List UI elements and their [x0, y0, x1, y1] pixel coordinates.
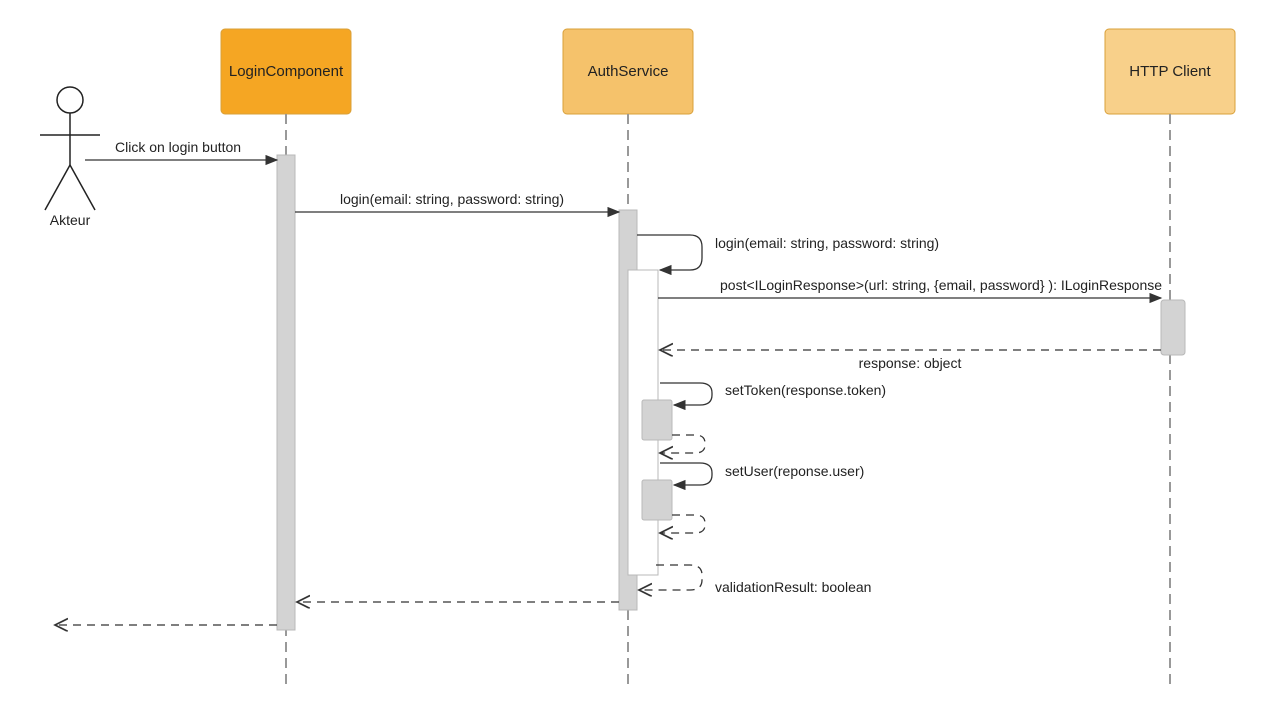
activation-setuser [642, 480, 672, 520]
actor-label: Akteur [50, 212, 91, 228]
message-setuser: setUser(reponse.user) [660, 463, 864, 485]
message-response-label: response: object [859, 355, 962, 371]
message-settoken: setToken(response.token) [660, 382, 886, 405]
message-login-call: login(email: string, password: string) [295, 191, 619, 212]
message-click-login-label: Click on login button [115, 139, 241, 155]
message-auth-self-login: login(email: string, password: string) [637, 235, 939, 270]
activation-login [277, 155, 295, 630]
message-validationresult: validationResult: boolean [639, 565, 871, 595]
activation-http [1161, 300, 1185, 355]
message-settoken-label: setToken(response.token) [725, 382, 886, 398]
message-post-label: post<ILoginResponse>(url: string, {email… [720, 277, 1162, 293]
participant-http: HTTP Client [1105, 29, 1235, 690]
participant-login-label: LoginComponent [229, 63, 344, 80]
message-click-login: Click on login button [85, 139, 277, 160]
actor: Akteur [40, 87, 100, 228]
activation-settoken [642, 400, 672, 440]
message-auth-self-login-label: login(email: string, password: string) [715, 235, 939, 251]
message-validationresult-label: validationResult: boolean [715, 579, 871, 595]
message-login-call-label: login(email: string, password: string) [340, 191, 564, 207]
message-response: response: object [660, 350, 1161, 371]
message-post: post<ILoginResponse>(url: string, {email… [658, 277, 1162, 298]
participant-auth-label: AuthService [588, 63, 669, 80]
message-setuser-label: setUser(reponse.user) [725, 463, 864, 479]
participant-http-label: HTTP Client [1129, 63, 1211, 80]
